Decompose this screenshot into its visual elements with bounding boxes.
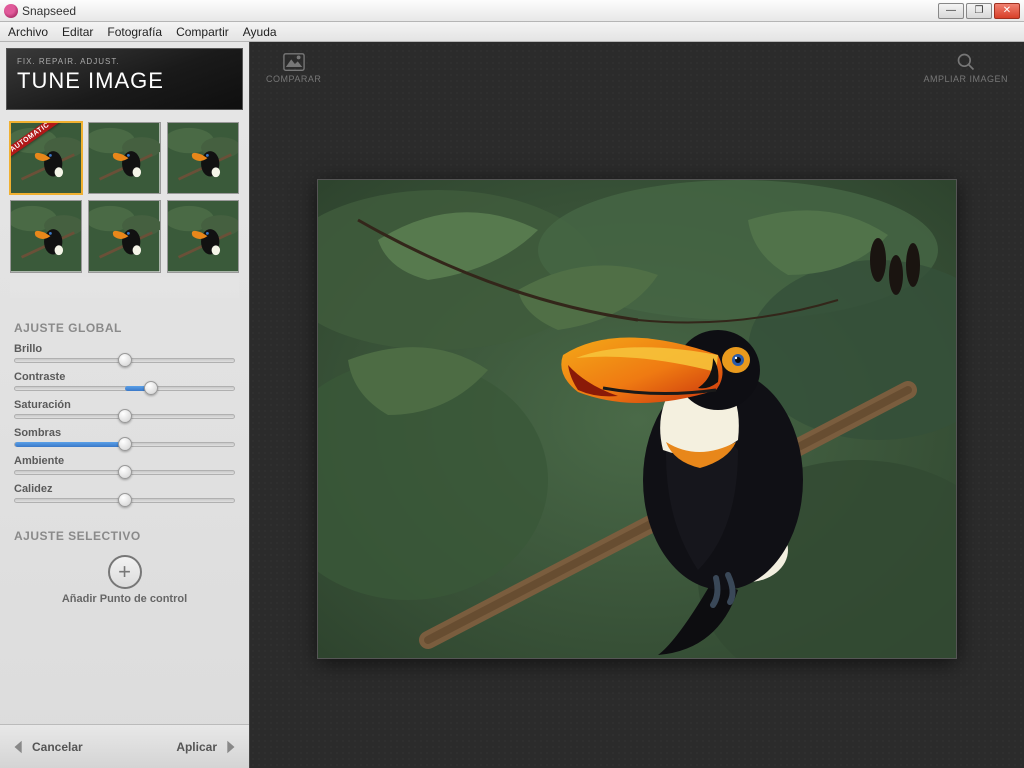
content-area: COMPARAR AMPLIAR IMAGEN	[250, 42, 1024, 768]
cancel-button[interactable]: Cancelar	[10, 738, 83, 756]
slider-label: Contraste	[14, 371, 235, 383]
preset-grid: AUTOMATIC	[0, 116, 249, 277]
apply-label: Aplicar	[176, 740, 217, 754]
image-canvas[interactable]	[317, 179, 957, 659]
content-toolbar: COMPARAR AMPLIAR IMAGEN	[256, 48, 1018, 110]
menu-ayuda[interactable]: Ayuda	[243, 25, 277, 39]
close-button[interactable]: ✕	[994, 3, 1020, 19]
preset-thumb-icon	[11, 123, 81, 193]
cancel-label: Cancelar	[32, 740, 83, 754]
minimize-button[interactable]: —	[938, 3, 964, 19]
section-selective: AJUSTE SELECTIVO	[0, 515, 249, 547]
plus-icon: +	[118, 559, 131, 585]
compare-label: COMPARAR	[266, 74, 321, 84]
sidebar-footer: Cancelar Aplicar	[0, 724, 249, 768]
preset-4[interactable]	[10, 200, 82, 272]
slider-sombras[interactable]: Sombras	[14, 427, 235, 447]
forward-arrow-icon	[221, 738, 239, 756]
global-sliders: Brillo Contraste Saturación Sombras Ambi…	[0, 339, 249, 515]
slider-ambiente[interactable]: Ambiente	[14, 455, 235, 475]
zoom-button[interactable]: AMPLIAR IMAGEN	[923, 52, 1008, 84]
slider-contraste[interactable]: Contraste	[14, 371, 235, 391]
slider-calidez[interactable]: Calidez	[14, 483, 235, 503]
preset-6[interactable]	[167, 200, 239, 272]
preset-5[interactable]	[88, 200, 160, 272]
menu-archivo[interactable]: Archivo	[8, 25, 48, 39]
zoom-label: AMPLIAR IMAGEN	[923, 74, 1008, 84]
add-control-point-label: Añadir Punto de control	[0, 593, 249, 605]
preset-automatic[interactable]: AUTOMATIC	[10, 122, 82, 194]
sidebar: FIX. REPAIR. ADJUST. TUNE IMAGE AUTOMATI…	[0, 42, 250, 768]
maximize-button[interactable]: ❐	[966, 3, 992, 19]
apply-button[interactable]: Aplicar	[176, 738, 239, 756]
compare-icon	[283, 52, 305, 72]
main-image	[318, 180, 957, 659]
tool-subtitle: FIX. REPAIR. ADJUST.	[17, 57, 232, 66]
menu-editar[interactable]: Editar	[62, 25, 93, 39]
slider-saturacion[interactable]: Saturación	[14, 399, 235, 419]
window-titlebar: Snapseed — ❐ ✕	[0, 0, 1024, 22]
section-global: AJUSTE GLOBAL	[0, 307, 249, 339]
menu-compartir[interactable]: Compartir	[176, 25, 229, 39]
slider-brillo[interactable]: Brillo	[14, 343, 235, 363]
preset-2[interactable]	[88, 122, 160, 194]
tool-header: FIX. REPAIR. ADJUST. TUNE IMAGE	[6, 48, 243, 110]
menu-fotografia[interactable]: Fotografía	[107, 25, 162, 39]
magnifier-icon	[955, 52, 977, 72]
preset-3[interactable]	[167, 122, 239, 194]
window-title: Snapseed	[22, 4, 938, 18]
tool-title: TUNE IMAGE	[17, 68, 232, 94]
menu-bar: Archivo Editar Fotografía Compartir Ayud…	[0, 22, 1024, 42]
back-arrow-icon	[10, 738, 28, 756]
compare-button[interactable]: COMPARAR	[266, 52, 321, 84]
preset-reflection	[10, 277, 239, 307]
app-icon	[4, 4, 18, 18]
add-control-point-button[interactable]: +	[108, 555, 142, 589]
